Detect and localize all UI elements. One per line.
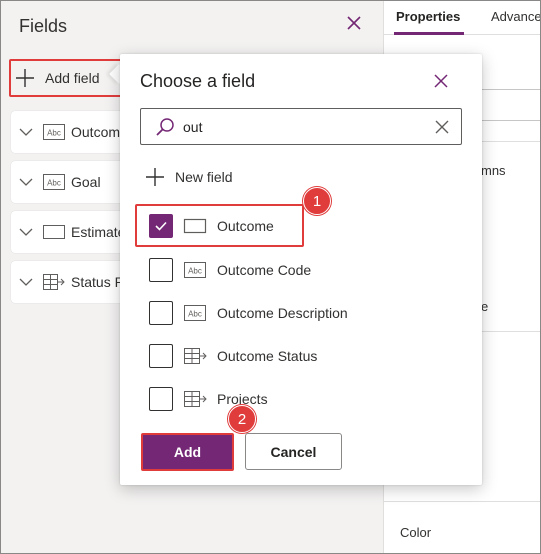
step-badge-1: 1 <box>303 187 331 215</box>
field-card-label: Status R <box>71 274 125 290</box>
svg-text:Abc: Abc <box>188 267 202 276</box>
option-label: Outcome Code <box>217 262 312 278</box>
search-box[interactable] <box>140 108 462 145</box>
tab-advanced[interactable]: Advanced <box>491 9 540 24</box>
active-tab-indicator <box>394 32 464 35</box>
chevron-down-icon[interactable] <box>19 127 33 137</box>
checkbox[interactable] <box>149 344 173 368</box>
option-outcome-code[interactable]: Abc Outcome Code <box>149 257 311 283</box>
search-input[interactable] <box>183 117 403 137</box>
svg-text:Abc: Abc <box>188 310 202 319</box>
step-badge-2: 2 <box>228 405 256 433</box>
text-field-icon: Abc <box>43 124 65 140</box>
text-field-icon: Abc <box>184 262 206 278</box>
new-field-button[interactable]: New field <box>146 168 233 186</box>
chevron-down-icon[interactable] <box>19 177 33 187</box>
choice-field-icon <box>184 391 207 407</box>
search-icon <box>156 118 174 136</box>
option-outcome-status[interactable]: Outcome Status <box>149 343 317 369</box>
svg-text:Abc: Abc <box>47 179 61 188</box>
color-label: Color <box>400 525 432 540</box>
option-label: Outcome Status <box>217 348 318 364</box>
new-field-label: New field <box>175 169 233 185</box>
chevron-down-icon[interactable] <box>19 277 33 287</box>
checkbox[interactable] <box>149 258 173 282</box>
divider <box>384 501 540 502</box>
dialog-title: Choose a field <box>140 71 256 91</box>
option-outcome-description[interactable]: Abc Outcome Description <box>149 300 348 326</box>
tab-properties[interactable]: Properties <box>396 9 460 24</box>
close-icon[interactable] <box>344 13 364 33</box>
text-field-icon: Abc <box>184 305 206 321</box>
outcome-highlight <box>135 204 304 247</box>
text-field-icon: Abc <box>43 174 65 190</box>
app-frame: Fields Add field Abc Outcome Abc Goal Es… <box>0 0 541 554</box>
properties-tabs: Properties Advanced <box>384 1 540 35</box>
choice-field-icon <box>184 348 207 364</box>
cancel-button[interactable]: Cancel <box>245 433 342 470</box>
close-icon[interactable] <box>433 73 449 89</box>
add-button[interactable]: Add <box>141 433 234 471</box>
add-field-highlight <box>9 59 127 97</box>
svg-text:Abc: Abc <box>47 129 61 138</box>
checkbox[interactable] <box>149 387 173 411</box>
choose-field-dialog: Choose a field New field Out <box>120 54 482 485</box>
choice-field-icon <box>43 274 65 290</box>
field-card-label: Goal <box>71 174 101 190</box>
columns-label: mns <box>481 163 506 178</box>
option-label: Outcome Description <box>217 305 348 321</box>
chevron-down-icon[interactable] <box>19 227 33 237</box>
checkbox[interactable] <box>149 301 173 325</box>
clear-icon[interactable] <box>435 120 449 134</box>
plus-icon <box>146 168 164 186</box>
fields-pane-title: Fields <box>19 16 68 36</box>
properties-label: e <box>481 299 489 314</box>
rectangle-field-icon <box>43 225 65 239</box>
